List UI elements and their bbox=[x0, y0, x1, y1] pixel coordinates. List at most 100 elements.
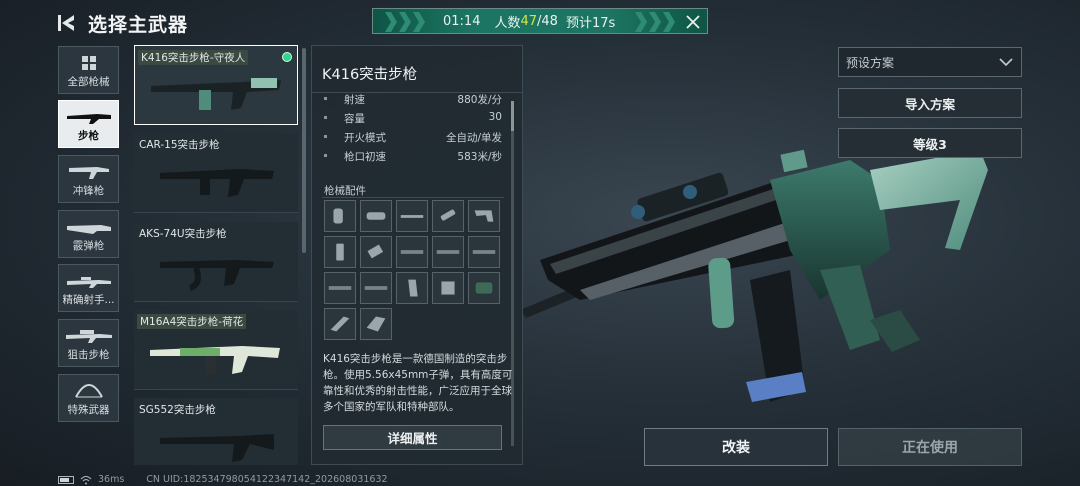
rail-icon bbox=[328, 286, 352, 290]
selected-indicator bbox=[282, 52, 292, 62]
weapon-card-car15[interactable]: CAR-15突击步枪 bbox=[134, 133, 298, 213]
stat-row: 射速 880发/分 bbox=[324, 90, 502, 108]
attachment-slot-laser[interactable] bbox=[360, 236, 392, 268]
attachment-slot-rail[interactable] bbox=[396, 236, 428, 268]
stat-value: 880发/分 bbox=[457, 94, 502, 106]
category-smg[interactable]: 冲锋枪 bbox=[58, 155, 119, 203]
weapon-card-k416[interactable]: K416突击步枪-守夜人 bbox=[134, 45, 298, 125]
attachment-slot-barrel[interactable] bbox=[396, 200, 428, 232]
magazine-curved-icon bbox=[408, 279, 418, 297]
wifi-icon bbox=[80, 475, 92, 484]
category-sniper[interactable]: 狙击步枪 bbox=[58, 319, 119, 367]
rifle-icon bbox=[66, 114, 111, 124]
stat-value: 30 bbox=[488, 111, 502, 123]
players-label: 人数 bbox=[494, 15, 521, 31]
category-label: 特殊武器 bbox=[67, 404, 110, 416]
category-rifle[interactable]: 步枪 bbox=[58, 100, 119, 148]
weapon-card-sg552[interactable]: SG552突击步枪 bbox=[134, 398, 298, 465]
grip-icon bbox=[333, 208, 343, 224]
modify-button[interactable]: 改装 bbox=[644, 428, 828, 466]
attachment-slot-rail[interactable] bbox=[324, 272, 356, 304]
weapon-thumbnail bbox=[160, 434, 274, 462]
weapon-thumbnail bbox=[160, 169, 274, 197]
stat-value: 583米/秒 bbox=[457, 151, 502, 163]
weapon-card-m16a4[interactable]: M16A4突击步枪-荷花 bbox=[134, 310, 298, 390]
optic-icon bbox=[475, 282, 493, 294]
category-label: 霰弹枪 bbox=[72, 240, 105, 252]
handguard-icon bbox=[366, 316, 386, 332]
attachment-slot-suppressor[interactable] bbox=[432, 200, 464, 232]
rail-icon bbox=[472, 250, 496, 254]
preset-dropdown[interactable]: 预设方案 bbox=[838, 47, 1022, 77]
attachment-slot-stock[interactable] bbox=[468, 200, 500, 232]
attachment-slot-scope[interactable] bbox=[360, 200, 392, 232]
status-bar: 36ms CN UID:1825347980541223471​42_20260… bbox=[58, 473, 388, 486]
stat-label: 射速 bbox=[344, 94, 365, 106]
divider bbox=[322, 197, 504, 198]
match-timer: 01:14 bbox=[443, 13, 481, 29]
close-icon[interactable] bbox=[683, 12, 703, 32]
weapon-detail-panel: K416突击步枪 射速 880发/分 容量 30 开火模式 全自动/单发 枪口初… bbox=[311, 45, 523, 465]
match-eta: 预计17s bbox=[565, 15, 616, 31]
weapon-list[interactable]: K416突击步枪-守夜人 CAR-15突击步枪 AKS-74U突击步枪 M16A… bbox=[132, 45, 298, 465]
category-all[interactable]: 全部枪械 bbox=[58, 46, 119, 94]
attachment-slot-rail[interactable] bbox=[432, 236, 464, 268]
smg-icon bbox=[68, 167, 109, 179]
category-special[interactable]: 特殊武器 bbox=[58, 374, 119, 422]
stock-alt-icon bbox=[330, 316, 350, 332]
magazine-icon bbox=[336, 243, 344, 261]
weapon-name: AKS-74U突击步枪 bbox=[139, 228, 227, 240]
stat-row: 容量 30 bbox=[324, 109, 502, 127]
user-id: CN UID:1825347980541223471​42_2026080316… bbox=[146, 474, 388, 485]
category-label: 狙击步枪 bbox=[67, 349, 110, 361]
stat-label: 枪口初速 bbox=[344, 151, 386, 163]
shotgun-icon bbox=[66, 225, 111, 234]
category-label: 冲锋枪 bbox=[72, 185, 105, 197]
weapon-description: K416突击步枪是一款德国制造的突击步枪。使用5.56x45mm子弹，具有高度可… bbox=[323, 353, 513, 413]
stat-label: 开火模式 bbox=[344, 132, 386, 144]
attachment-slot-handguard[interactable] bbox=[360, 308, 392, 340]
page-title: 选择主武器 bbox=[88, 14, 189, 36]
weapon-thumbnail bbox=[151, 78, 281, 110]
stat-value: 全自动/单发 bbox=[445, 132, 502, 144]
weapon-thumbnail bbox=[160, 260, 274, 291]
weapon-name: M16A4突击步枪-荷花 bbox=[137, 314, 247, 329]
category-shotgun[interactable]: 霰弹枪 bbox=[58, 210, 119, 258]
barrel-icon bbox=[400, 215, 424, 218]
stat-label: 容量 bbox=[344, 113, 365, 125]
attachment-slot-stock-alt[interactable] bbox=[324, 308, 356, 340]
attachment-slot-sight[interactable] bbox=[432, 272, 464, 304]
import-preset-button[interactable]: 导入方案 bbox=[838, 88, 1022, 118]
attachment-slot-grip[interactable] bbox=[324, 200, 356, 232]
suppressor-icon bbox=[440, 209, 456, 221]
attachment-slot-rail[interactable] bbox=[360, 272, 392, 304]
back-arrow-icon[interactable] bbox=[56, 12, 78, 34]
ping-value: 36ms bbox=[98, 474, 125, 485]
weapon-name: SG552突击步枪 bbox=[139, 404, 216, 416]
sniper-icon bbox=[65, 330, 112, 343]
weapon-detail-title: K416突击步枪 bbox=[322, 67, 418, 83]
stock-icon bbox=[474, 210, 494, 222]
attachment-slot-optic[interactable] bbox=[468, 272, 500, 304]
rail-icon bbox=[364, 286, 388, 290]
detail-scrollbar-thumb[interactable] bbox=[511, 101, 514, 131]
weapon-thumbnail bbox=[150, 346, 280, 374]
match-status-banner: 01:14 人数 47 /48 预计17s bbox=[372, 8, 708, 34]
rail-icon bbox=[400, 250, 424, 254]
detailed-attributes-button[interactable]: 详细属性 bbox=[323, 425, 502, 450]
category-label: 步枪 bbox=[78, 130, 99, 142]
level-button[interactable]: 等级3 bbox=[838, 128, 1022, 158]
grid-icon bbox=[81, 56, 96, 70]
attachment-slot-magazine[interactable] bbox=[324, 236, 356, 268]
weapon-list-scrollbar[interactable] bbox=[302, 48, 306, 253]
weapon-name: K416突击步枪-守夜人 bbox=[138, 50, 249, 65]
dmr-icon bbox=[66, 277, 111, 288]
attachment-slot-rail[interactable] bbox=[468, 236, 500, 268]
weapon-name: CAR-15突击步枪 bbox=[139, 139, 220, 151]
category-dmr[interactable]: 精确射手... bbox=[58, 264, 119, 312]
in-use-button: 正在使用 bbox=[838, 428, 1022, 466]
weapon-card-aks74u[interactable]: AKS-74U突击步枪 bbox=[134, 222, 298, 302]
battery-icon bbox=[58, 475, 74, 484]
players-current: 47 bbox=[520, 13, 538, 29]
attachment-slot-magazine-curved[interactable] bbox=[396, 272, 428, 304]
